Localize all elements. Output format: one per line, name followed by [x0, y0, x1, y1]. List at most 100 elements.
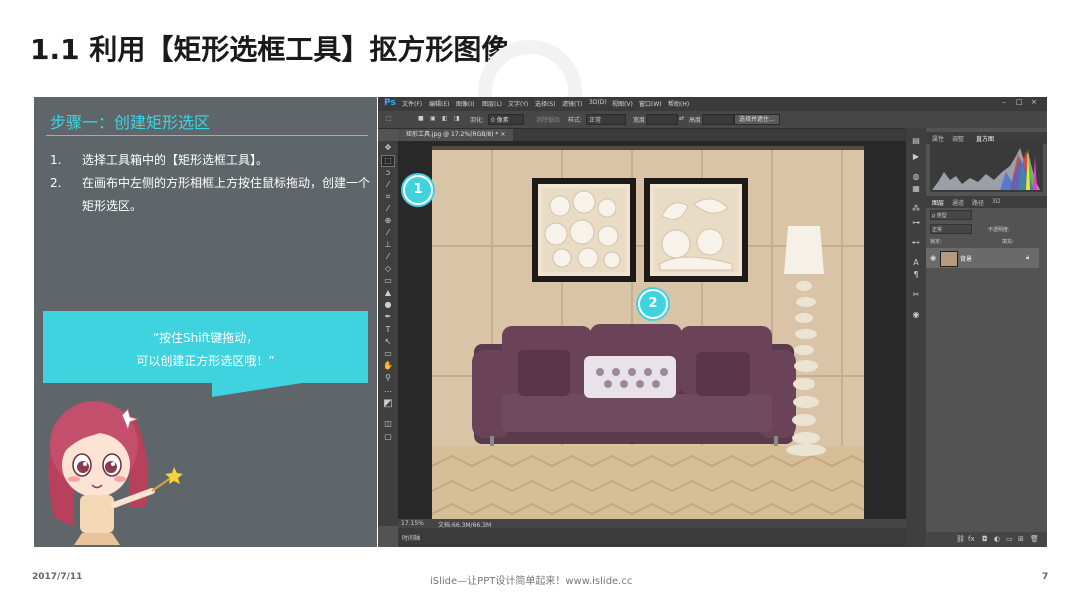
- delete-layer-icon[interactable]: 🗑︎: [1030, 535, 1039, 543]
- eyedropper-tool-icon[interactable]: ⁄: [382, 204, 394, 214]
- menu-image[interactable]: 图像(I): [456, 99, 474, 108]
- eraser-tool-icon[interactable]: ◇: [382, 264, 394, 274]
- character-icon[interactable]: A: [911, 258, 921, 268]
- path-selection-tool-icon[interactable]: ↖: [382, 337, 394, 347]
- quick-selection-tool-icon[interactable]: ⁄: [382, 180, 394, 190]
- clone-stamp-tool-icon[interactable]: ⊥: [382, 240, 394, 250]
- link-layers-icon[interactable]: ⛓: [956, 535, 965, 543]
- libraries-icon[interactable]: ◉: [911, 310, 921, 320]
- swap-icon[interactable]: ⇄: [679, 115, 684, 122]
- layer-row[interactable]: ◉ 背景 🔒︎: [926, 248, 1039, 268]
- step-1-marker-badge: 1: [403, 175, 433, 205]
- maximize-icon[interactable]: □: [1016, 98, 1023, 106]
- new-selection-icon[interactable]: ■: [418, 115, 424, 122]
- history-icon[interactable]: ▤: [911, 136, 921, 146]
- healing-brush-tool-icon[interactable]: ⊕: [382, 216, 394, 226]
- lock-icon: 🔒︎: [1026, 254, 1030, 261]
- menu-filter[interactable]: 滤镜(T): [562, 99, 582, 108]
- document-tab[interactable]: 矩形工具.jpg @ 17.2%(RGB/8) * ×: [398, 129, 514, 141]
- quick-mask-icon[interactable]: ◫: [382, 419, 394, 429]
- menu-file[interactable]: 文件(F): [402, 99, 422, 108]
- antialias-checkbox-label[interactable]: 消除锯齿: [536, 115, 560, 124]
- intersect-selection-icon[interactable]: ◨: [454, 115, 460, 122]
- paragraph-icon[interactable]: ¶: [911, 270, 921, 280]
- tip-line-2: 可以创建正方形选区哦！”: [136, 354, 275, 368]
- step-item: 2. 在画布中左侧的方形相框上方按住鼠标拖动，创建一个矩形选区。: [50, 172, 370, 218]
- layer-thumbnail: [940, 251, 958, 267]
- brush-settings-icon[interactable]: ⁂: [911, 204, 921, 214]
- gradient-tool-icon[interactable]: ▭: [382, 276, 394, 286]
- menu-type[interactable]: 文字(Y): [508, 99, 528, 108]
- zoom-tool-icon[interactable]: ⚲: [382, 373, 394, 383]
- zoom-level: 17.15%: [401, 520, 424, 527]
- history-brush-tool-icon[interactable]: ⁄: [382, 252, 394, 262]
- feather-label: 羽化:: [470, 117, 485, 124]
- color-icon[interactable]: ◍: [911, 172, 921, 182]
- blur-tool-icon[interactable]: ▲: [382, 288, 394, 298]
- minimize-icon[interactable]: –: [1002, 98, 1006, 106]
- brush-tool-icon[interactable]: ⁄: [382, 228, 394, 238]
- menu-help[interactable]: 帮助(H): [668, 99, 689, 108]
- more-tools-icon[interactable]: …: [382, 385, 394, 395]
- move-tool-icon[interactable]: ✥: [382, 143, 394, 153]
- canvas-area[interactable]: [398, 141, 906, 519]
- lasso-tool-icon[interactable]: ↄ: [382, 168, 394, 178]
- adjustment-layer-icon[interactable]: ◐: [994, 535, 1000, 543]
- add-mask-icon[interactable]: ◘: [982, 535, 988, 543]
- fx-icon[interactable]: fx: [968, 535, 975, 543]
- adjustments-icon[interactable]: ⊷: [911, 238, 921, 248]
- timeline-panel: 时间轴: [398, 528, 906, 547]
- tab-channels[interactable]: 通道: [952, 198, 964, 207]
- group-icon[interactable]: ▭: [1006, 535, 1013, 543]
- menu-view[interactable]: 视图(V): [612, 99, 633, 108]
- color-swatches-icon[interactable]: ◩: [382, 399, 394, 409]
- photoshop-window: Ps 文件(F) 编辑(E) 图像(I) 图层(L) 文字(Y) 选择(S) 滤…: [378, 97, 1047, 547]
- menu-select[interactable]: 选择(S): [535, 99, 556, 108]
- tools-panel: ✥ ⬚ ↄ ⁄ ⌗ ⁄ ⊕ ⁄ ⊥ ⁄ ◇ ▭ ▲ ● ✒ T ↖ ▭ ✋ ⚲ …: [378, 141, 398, 526]
- menu-window[interactable]: 窗口(W): [639, 99, 662, 108]
- menu-layer[interactable]: 图层(L): [482, 99, 502, 108]
- height-input[interactable]: [702, 114, 734, 125]
- select-and-mask-button[interactable]: 选择并遮住...: [734, 114, 780, 125]
- menu-edit[interactable]: 编辑(E): [429, 99, 449, 108]
- clone-source-icon[interactable]: ⊶: [911, 218, 921, 228]
- add-selection-icon[interactable]: ▣: [430, 115, 436, 122]
- menu-3d[interactable]: 3D(D): [589, 99, 607, 106]
- layers-panel-tabs: 图层 通道 路径 3D: [926, 196, 1047, 208]
- lock-label: 锁定:: [930, 239, 942, 245]
- rectangular-marquee-tool-icon[interactable]: ⬚: [381, 155, 395, 167]
- swatches-icon[interactable]: ▦: [911, 184, 921, 194]
- tab-layers[interactable]: 图层: [932, 198, 944, 207]
- fill-label: 填充:: [1002, 239, 1014, 245]
- play-actions-icon[interactable]: ▶: [911, 152, 921, 162]
- dodge-tool-icon[interactable]: ●: [382, 300, 394, 310]
- tip-bubble-tail: [212, 383, 302, 397]
- marquee-tool-icon[interactable]: ⬚: [386, 115, 392, 122]
- style-label: 样式:: [568, 117, 583, 124]
- cartoon-girl-illustration: [48, 401, 183, 545]
- new-layer-icon[interactable]: ⊞: [1018, 535, 1024, 543]
- step-divider: [46, 135, 368, 136]
- tab-paths[interactable]: 路径: [972, 198, 984, 207]
- layer-filter-label: ρ 类型: [932, 213, 947, 219]
- step-item: 1. 选择工具箱中的【矩形选框工具】。: [50, 149, 370, 172]
- pen-tool-icon[interactable]: ✒: [382, 312, 394, 322]
- width-label: 宽度:: [633, 117, 648, 124]
- timeline-label[interactable]: 时间轴: [402, 533, 420, 542]
- tab-3d[interactable]: 3D: [992, 198, 1000, 205]
- menu-bar: Ps 文件(F) 编辑(E) 图像(I) 图层(L) 文字(Y) 选择(S) 滤…: [378, 97, 1047, 111]
- visibility-eye-icon[interactable]: ◉: [930, 254, 936, 262]
- subtract-selection-icon[interactable]: ◧: [442, 115, 448, 122]
- options-bar: ⬚ ■ ▣ ◧ ◨ 羽化: 0 像素 消除锯齿 样式: 正常 宽度: ⇄ 高度:…: [378, 111, 1047, 129]
- step-list: 1. 选择工具箱中的【矩形选框工具】。 2. 在画布中左侧的方形相框上方按住鼠标…: [50, 149, 370, 218]
- hand-tool-icon[interactable]: ✋: [382, 361, 394, 371]
- step-text: 在画布中左侧的方形相框上方按住鼠标拖动，创建一个矩形选区。: [82, 176, 371, 213]
- crop-tool-icon[interactable]: ⌗: [382, 192, 394, 202]
- screen-mode-icon[interactable]: ▢: [382, 432, 394, 442]
- type-tool-icon[interactable]: T: [382, 325, 394, 335]
- rectangle-tool-icon[interactable]: ▭: [382, 349, 394, 359]
- width-input[interactable]: [646, 114, 678, 125]
- close-icon[interactable]: ×: [1031, 98, 1037, 106]
- tools-presets-icon[interactable]: ✂: [911, 290, 921, 300]
- canvas-photo-living-room: [432, 146, 864, 519]
